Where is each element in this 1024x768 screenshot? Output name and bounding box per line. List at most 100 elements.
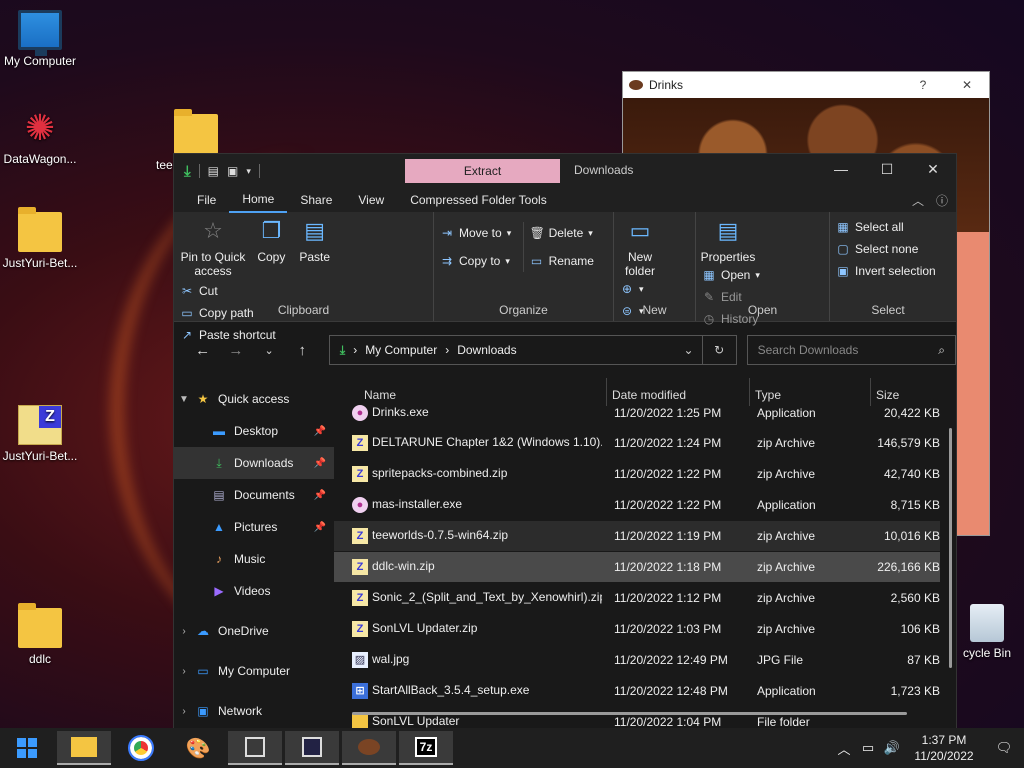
file-row[interactable]: ⊞ StartAllBack_3.5.4_setup.exe 11/20/2022 … xyxy=(334,676,940,706)
drinks-titlebar[interactable]: Drinks ? ✕ xyxy=(623,72,989,98)
copy-to-button[interactable]: ⇉ Copy to ▾ xyxy=(440,250,511,272)
vertical-scrollbar[interactable] xyxy=(949,428,952,668)
cut-button[interactable]: ✂ Cut xyxy=(180,280,276,302)
notification-icon[interactable]: 🗨 xyxy=(984,740,1024,756)
taskbar-app-2[interactable] xyxy=(285,731,339,765)
chevron-down-icon[interactable]: ▾ xyxy=(246,166,251,177)
select-none-button[interactable]: ▢ Select none xyxy=(836,238,936,260)
taskbar-paint[interactable]: 🎨 xyxy=(171,731,225,765)
properties-button[interactable]: ▤ Properties xyxy=(701,216,756,264)
desktop-icon-datawagon[interactable]: ✺ DataWagon... xyxy=(0,108,80,167)
collapse-ribbon-icon[interactable]: ︿ xyxy=(912,192,924,209)
close-button[interactable]: ✕ xyxy=(910,154,956,184)
nav-item-network[interactable]: › ▣ Network xyxy=(174,695,334,727)
copy-button[interactable]: ❐ Copy xyxy=(253,216,289,264)
nav-item-pictures[interactable]: ▲ Pictures 📌 xyxy=(174,511,334,543)
tab-share[interactable]: Share xyxy=(287,188,345,212)
taskbar-file-explorer[interactable] xyxy=(57,731,111,765)
chevron-right-icon[interactable]: › xyxy=(174,706,194,717)
file-type: zip Archive xyxy=(757,591,816,605)
file-type: zip Archive xyxy=(757,436,816,450)
paste-button[interactable]: ▤ Paste xyxy=(297,216,333,264)
new-folder-icon[interactable]: ▣ xyxy=(227,164,238,178)
tab-file[interactable]: File xyxy=(184,188,229,212)
horizontal-scrollbar[interactable] xyxy=(352,712,907,715)
breadcrumb-my-computer[interactable]: My Computer xyxy=(365,343,437,357)
chevron-down-icon[interactable]: ▼ xyxy=(174,394,194,405)
invert-selection-button[interactable]: ▣ Invert selection xyxy=(836,260,935,282)
start-button[interactable] xyxy=(0,731,54,765)
file-row[interactable]: ● mas-installer.exe 11/20/2022 1:22 PM Appl… xyxy=(334,490,940,520)
file-row[interactable]: Z DELTARUNE Chapter 1&2 (Windows 1.10)...… xyxy=(334,428,940,458)
new-item-button[interactable]: ⊕ ▾ xyxy=(620,278,644,300)
address-bar[interactable]: ⤓ › My Computer › Downloads ⌄ ↻ xyxy=(328,335,737,365)
network-status-icon[interactable]: ▭ xyxy=(856,740,880,756)
desktop-icon-recycle-bin[interactable]: cycle Bin xyxy=(950,604,1024,660)
maximize-button[interactable]: ☐ xyxy=(864,154,910,184)
drinks-close-button[interactable]: ✕ xyxy=(945,78,989,92)
file-row[interactable]: SonLVL Updater 11/20/2022 1:04 PM File fol… xyxy=(334,707,940,728)
paste-shortcut-button[interactable]: ↗ Paste shortcut xyxy=(180,324,276,346)
help-button[interactable]: ? xyxy=(901,78,945,92)
open-button[interactable]: ▦ Open ▾ xyxy=(702,264,760,286)
file-row[interactable]: Zteeworlds-0.7.5-win64.zip 11/20/2022 1:1… xyxy=(334,521,940,551)
file-row[interactable]: ● Drinks.exe 11/20/2022 1:25 PM Application… xyxy=(334,398,940,428)
taskbar-drinks[interactable] xyxy=(342,731,396,765)
select-group: ▦ Select all ▢ Select none ▣ Invert selecti… xyxy=(830,212,946,321)
taskbar-7zip[interactable]: 7z xyxy=(399,731,453,765)
nav-item-videos[interactable]: ▶ Videos xyxy=(174,575,334,607)
nav-item-downloads[interactable]: ⤓ Downloads 📌 xyxy=(174,447,334,479)
tab-compressed-folder-tools[interactable]: Compressed Folder Tools xyxy=(397,188,560,212)
jpg-file-icon: ▨ xyxy=(352,652,368,668)
file-row[interactable]: ▨ wal.jpg 11/20/2022 12:49 PM JPG File 87 KB xyxy=(334,645,940,675)
minimize-button[interactable]: — xyxy=(818,154,864,184)
clock[interactable]: 1:37 PM 11/20/2022 xyxy=(904,732,984,764)
file-row[interactable]: Zddlc-win.zip 11/20/2022 1:18 PM zip Archi… xyxy=(334,552,940,582)
chevron-down-icon[interactable]: ⌄ xyxy=(684,343,694,357)
nav-item-music[interactable]: ♪ Music xyxy=(174,543,334,575)
chevron-up-icon[interactable]: ︿ xyxy=(832,739,856,758)
nav-item-quick-access[interactable]: ▼ ★ Quick access xyxy=(174,383,334,415)
move-to-button[interactable]: ⇥ Move to ▾ xyxy=(440,222,511,244)
file-name: Zteeworlds-0.7.5-win64.zip xyxy=(352,528,602,544)
tab-view[interactable]: View xyxy=(345,188,397,212)
pencil-icon: ✎ xyxy=(703,290,715,304)
desktop-icon-justyuri-1[interactable]: JustYuri-Bet... xyxy=(0,207,80,270)
search-box[interactable]: Search Downloads ⌕ xyxy=(746,335,956,365)
7zip-icon: 7z xyxy=(414,737,438,757)
file-explorer-window[interactable]: ⤓ ▤ ▣ ▾ Extract Downloads — ☐ ✕ File Hom… xyxy=(173,153,957,729)
file-name: ⊞ StartAllBack_3.5.4_setup.exe xyxy=(352,683,602,699)
delete-button[interactable]: 🗑 Delete ▾ xyxy=(530,222,594,244)
nav-item-onedrive[interactable]: › ☁ OneDrive xyxy=(174,615,334,647)
tab-home[interactable]: Home xyxy=(229,187,288,213)
file-date: 11/20/2022 1:12 PM xyxy=(614,591,722,605)
taskbar-chrome[interactable] xyxy=(114,731,168,765)
nav-item-documents[interactable]: ▤ Documents 📌 xyxy=(174,479,334,511)
up-button[interactable]: ↑ xyxy=(286,342,319,359)
desktop-icon-ddlc[interactable]: ddlc xyxy=(0,603,80,666)
chevron-right-icon[interactable]: › xyxy=(174,666,194,677)
help-icon[interactable]: ⓘ xyxy=(936,192,948,209)
file-row[interactable]: Z SonLVL Updater.zip 11/20/2022 1:03 PM zip… xyxy=(334,614,940,644)
nav-item-my-computer[interactable]: › ▭ My Computer xyxy=(174,655,334,687)
extract-tab[interactable]: Extract xyxy=(405,159,560,183)
taskbar-app-1[interactable] xyxy=(228,731,282,765)
open-icon: ▦ xyxy=(703,268,715,282)
breadcrumb-downloads[interactable]: Downloads xyxy=(457,343,516,357)
properties-icon[interactable]: ▤ xyxy=(208,164,219,178)
select-all-button[interactable]: ▦ Select all xyxy=(836,216,936,238)
pin-quick-access-button[interactable]: ☆ Pin to Quick access xyxy=(180,216,246,278)
nav-item-desktop[interactable]: ▬ Desktop 📌 xyxy=(174,415,334,447)
file-row[interactable]: Z Sonic_2_(Split_and_Text_by_Xenowhirl).z… xyxy=(334,583,940,613)
file-row[interactable]: Zspritepacks-combined.zip 11/20/2022 1:22… xyxy=(334,459,940,489)
search-input[interactable]: Search Downloads xyxy=(758,343,859,357)
new-folder-button[interactable]: ▭ New folder xyxy=(620,216,660,278)
volume-icon[interactable]: 🔊 xyxy=(880,740,904,756)
desktop-icon-my-computer[interactable]: My Computer xyxy=(0,10,80,68)
chevron-right-icon[interactable]: › xyxy=(174,626,194,637)
rename-button[interactable]: ▭ Rename xyxy=(530,250,594,272)
star-icon: ☆ xyxy=(203,218,223,243)
refresh-button[interactable]: ↻ xyxy=(701,336,736,364)
explorer-titlebar[interactable]: ⤓ ▤ ▣ ▾ Extract Downloads — ☐ ✕ xyxy=(174,154,956,188)
desktop-icon-justyuri-2[interactable]: Z JustYuri-Bet... xyxy=(0,405,80,463)
